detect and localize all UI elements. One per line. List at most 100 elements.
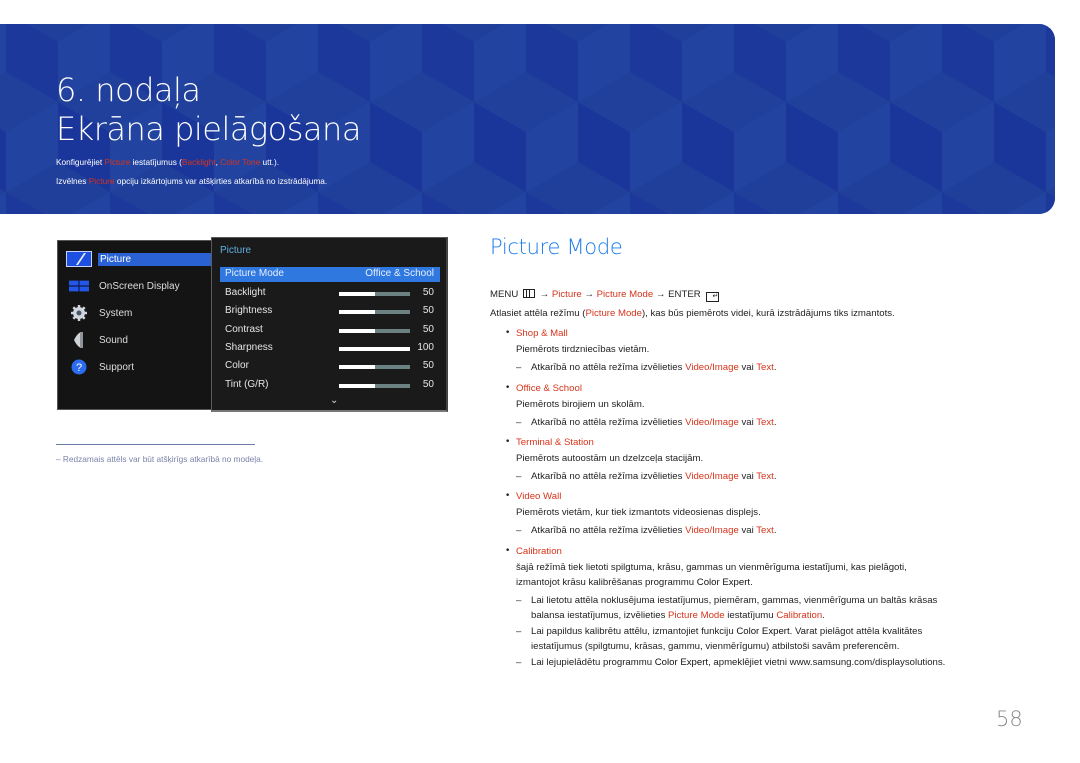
osd-slider-row[interactable]: Contrast 50 [220,323,440,338]
osd-menu-item-picture[interactable]: Picture [58,250,218,268]
chevron-down-icon[interactable]: ⌄ [330,395,338,406]
intro-part: Atlasiet attēla režīmu ( [490,308,586,319]
osd-slider-track[interactable] [339,328,410,333]
chapter-banner: 6. nodaļa Ekrāna pielāgošana Konfigurēji… [0,24,1055,214]
osd-row-value: Office & School [365,268,434,279]
text: . [750,577,753,588]
osd-menu-item-support[interactable]: ? Support [58,358,218,376]
text: Atkarībā no attēla režīma izvēlieties [531,471,686,482]
osd-slider-fill [339,292,375,296]
text: vai [738,417,757,428]
dash: – [516,525,522,536]
osd-slider-fill [339,346,410,351]
text-highlight: Text [756,471,774,482]
osd-menu-item-system[interactable]: System [58,304,218,322]
osd-menu-item-onscreen-display[interactable]: OnScreen Display [58,277,218,295]
dash: – [516,626,522,637]
mode-note: – Atkarībā no attēla režīma izvēlieties V… [516,471,777,482]
osd-row-label: Contrast [225,323,263,335]
mode-name: Shop & Mall [516,328,568,339]
text-highlight: Video/Image [685,525,739,536]
svg-text:?: ? [76,362,82,374]
mode-desc: Piemērots birojiem un skolām. [516,399,645,410]
osd-row-value: 50 [422,305,434,317]
osd-slider-fill [339,310,375,315]
osd-slider-fill [339,365,375,370]
highlight-term: Picture [104,157,131,167]
calibration-note-1: – Lai lietotu attēla noklusējuma iestatīj… [516,595,937,606]
osd-submenu-title: Picture [220,245,252,256]
text-highlight: Video/Image [685,417,739,428]
calibration-note-3: – Lai lejupielādētu programmu Color Exper… [516,657,945,668]
mode-note: – Atkarībā no attēla režīma izvēlieties V… [516,525,777,536]
mode-name: Terminal & Station [516,437,594,448]
text: Lai papildus kalibrētu attēlu, izmantoji… [531,626,737,637]
osd-menu-label: System [99,307,133,319]
text-highlight: Calibration [776,610,823,621]
highlight-term: Picture [88,176,115,186]
text: vai [738,525,757,536]
banner-line-2: Izvēlnes Picture opciju izkārtojums var … [56,176,327,186]
text: balansa iestatījumus, izvēlieties [531,610,669,621]
text: Atkarībā no attēla režīma izvēlieties [531,417,686,428]
text: izmantojot krāsu kalibrēšanas programmu [516,577,697,588]
highlight-term: Backlight [181,157,216,167]
dash: – [516,657,522,668]
text-highlight: Video/Image [685,362,739,373]
picture-icon [66,251,92,267]
mode-note: – Atkarībā no attēla režīma izvēlieties V… [516,362,777,373]
osd-slider-track[interactable] [339,383,410,388]
osd-picture-mode-row[interactable]: Picture Mode Office & School [220,267,440,282]
text: . [773,362,777,373]
arrow: → [539,289,552,300]
text-bold: Color Expert [654,657,709,668]
osd-row-label: Tint (G/R) [225,378,269,390]
onscreen-display-icon [69,280,89,292]
osd-row-label: Color [225,360,249,372]
intro-part: ), kas būs piemērots videi, kurā izstrād… [641,308,895,319]
text: vai [738,471,757,482]
banner-line-1: Konfigurējiet Picture iestatījumus (Back… [56,157,279,167]
osd-slider-track[interactable] [339,346,410,351]
osd-row-value: 50 [422,323,434,335]
calibration-note-1b: balansa iestatījumus, izvēlieties Pictur… [531,610,825,621]
osd-slider-row[interactable]: Sharpness 100 [220,341,440,356]
help-icon: ? [71,359,87,375]
highlight-term: Color Tone [220,157,261,167]
osd-slider-row[interactable]: Backlight 50 [220,286,440,301]
text-highlight: Picture Mode [668,610,725,621]
text: Lai lejupielādētu programmu [531,657,655,668]
mode-desc: Piemērots tirdzniecības vietām. [516,344,650,355]
text: Lai lietotu attēla noklusējuma iestatīju… [531,595,938,606]
path-picture: Picture [551,289,582,300]
gear-icon [71,305,87,321]
path-picture-mode: Picture Mode [596,289,654,300]
osd-slider-row[interactable]: Color 50 [220,359,440,374]
text: Atkarībā no attēla režīma izvēlieties [531,362,686,373]
osd-slider-row[interactable]: Brightness 50 [220,304,440,319]
osd-slider-track[interactable] [339,310,410,315]
text-highlight: Video/Image [685,471,739,482]
enter-icon: ↵ [706,292,720,302]
text: Izvēlnes [56,176,89,186]
osd-row-label: Picture Mode [225,268,284,279]
calibration-note-2b: iestatījumus (spilgtumu, krāsas, gammu, … [531,641,900,652]
footnote-rule [56,444,255,445]
osd-row-label: Backlight [225,287,266,298]
chapter-number: 6. nodaļa [56,71,201,109]
osd-row-value: 50 [422,287,434,298]
dash: – [516,595,522,606]
osd-menu-item-sound[interactable]: Sound [58,331,218,349]
osd-slider-track[interactable] [339,365,410,370]
bullet-icon: • [505,437,511,447]
osd-slider-row[interactable]: Tint (G/R) 50 [220,378,440,393]
arrow: → [581,289,597,300]
calibration-note-2: – Lai papildus kalibrētu attēlu, izmantoj… [516,626,922,637]
osd-slider-track[interactable] [339,292,410,296]
section-title: Picture Mode [490,235,623,259]
text: Konfigurējiet [56,157,105,167]
osd-row-value: 50 [422,360,434,372]
osd-slider-fill [339,328,375,333]
osd-row-label: Sharpness [225,341,273,353]
mode-note: – Atkarībā no attēla režīma izvēlieties V… [516,417,777,428]
